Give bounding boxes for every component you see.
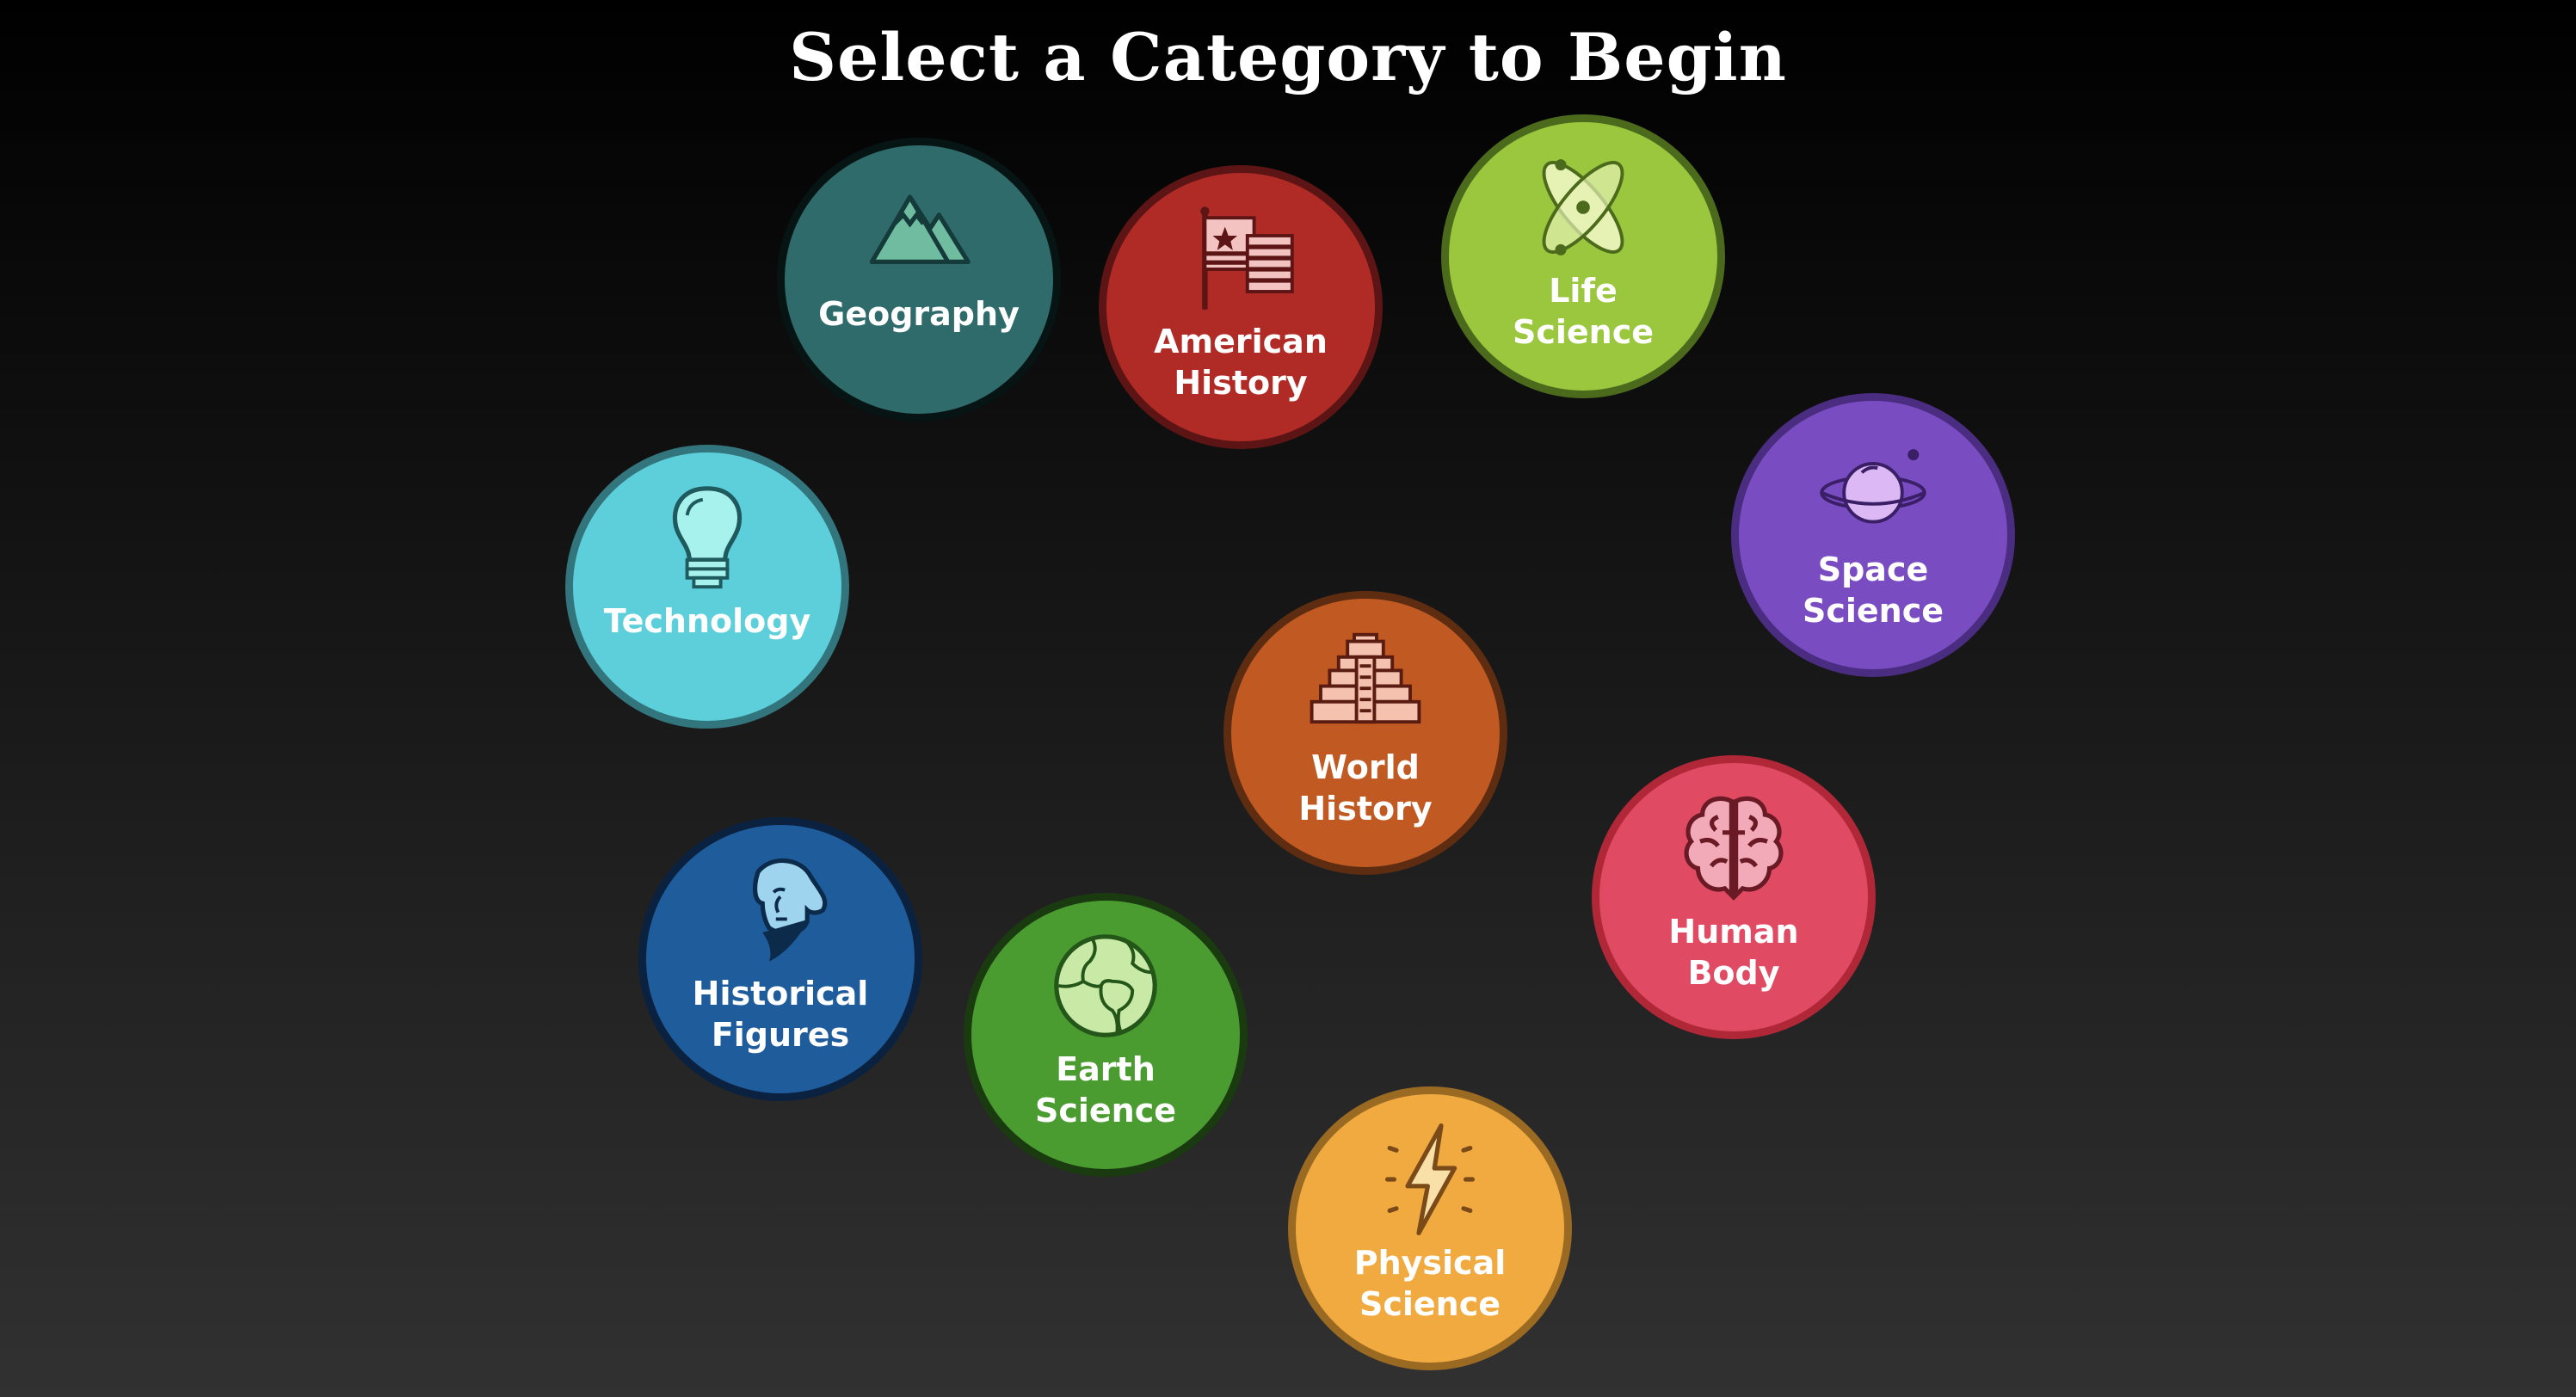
category-label-line: Geography [818,295,1020,333]
category-label: Earth Science [1035,1049,1176,1131]
lightning-icon [1385,1123,1475,1235]
category-button-physical-science[interactable]: Physical Science [1288,1086,1572,1370]
category-label: Physical Science [1354,1242,1507,1325]
category-label-line: Physical [1353,1244,1507,1282]
category-label: World History [1298,747,1432,829]
category-label-line: Science [1034,1092,1177,1129]
category-label-line: World [1311,748,1420,786]
category-label-line: Historical [692,975,869,1012]
category-button-historical-figures[interactable]: Historical Figures [638,817,922,1101]
category-label-line: Science [1359,1285,1501,1323]
page-title: Select a Category to Begin [789,19,1787,95]
category-button-geography[interactable]: Geography [777,138,1061,422]
category-label-line: Science [1512,313,1655,351]
category-button-technology[interactable]: Technology [565,445,849,729]
category-button-human-body[interactable]: Human Body [1592,755,1876,1039]
category-label-line: Technology [603,602,811,640]
category-label-line: Body [1687,954,1780,992]
category-label: Human Body [1668,911,1798,994]
category-label: Technology [604,600,811,642]
category-label-line: Life [1549,272,1618,310]
pyramid-icon [1310,632,1421,724]
category-label-line: Science [1802,592,1944,630]
category-label-line: Human [1668,913,1799,951]
category-label: Geography [818,293,1020,335]
category-button-earth-science[interactable]: Earth Science [964,893,1248,1177]
category-label: Historical Figures [693,973,869,1055]
category-button-american-history[interactable]: American History [1099,165,1383,449]
category-label-line: History [1298,790,1433,828]
category-label-line: Figures [711,1016,850,1054]
globe-icon [1054,934,1157,1037]
lightbulb-icon [672,486,743,589]
flag-icon [1200,206,1294,310]
category-label-line: Earth [1056,1050,1156,1088]
category-label-line: Space [1817,551,1929,588]
brain-icon [1684,796,1784,901]
mountain-icon [869,194,971,264]
portrait-icon [753,858,828,962]
category-label-line: American [1154,323,1328,360]
category-button-world-history[interactable]: World History [1223,591,1507,875]
planet-icon [1820,449,1926,524]
category-label-line: History [1174,364,1308,402]
atom-icon [1542,159,1624,255]
category-button-life-science[interactable]: Life Science [1441,114,1725,398]
category-label: Space Science [1803,549,1944,631]
category-label: American History [1154,321,1328,403]
category-button-space-science[interactable]: Space Science [1731,393,2015,677]
category-label: Life Science [1513,270,1654,353]
